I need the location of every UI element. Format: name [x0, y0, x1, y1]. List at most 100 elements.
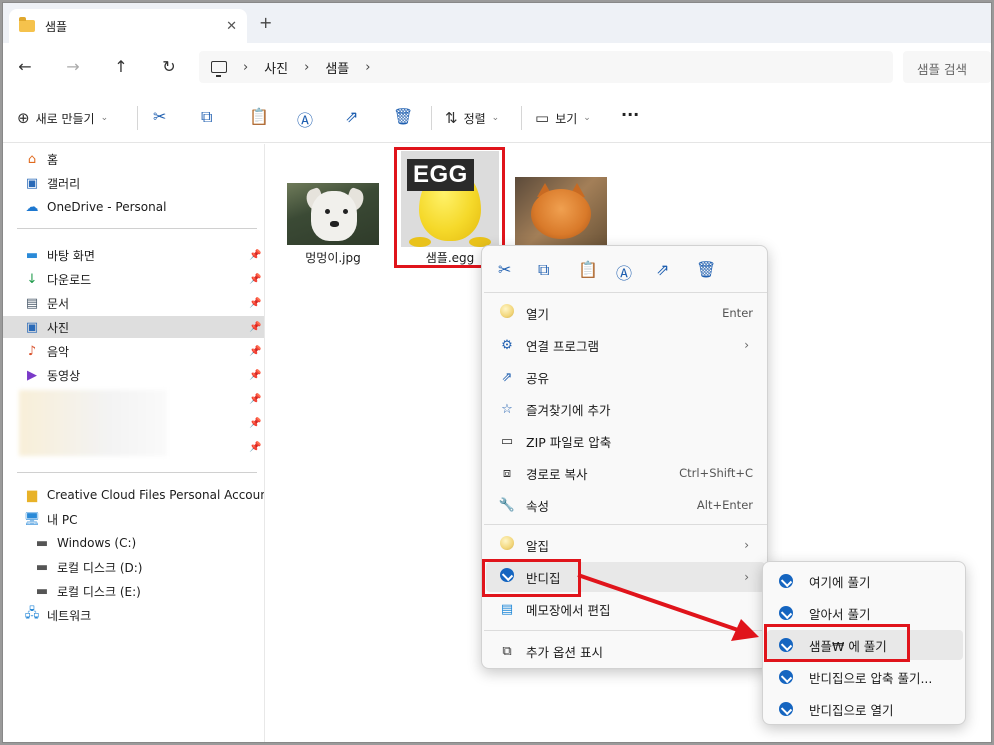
sidebar-item-desktop[interactable]: ▬ 바탕 화면 📌: [3, 244, 264, 266]
more-options-icon[interactable]: ···: [621, 105, 639, 124]
share-icon[interactable]: ⇗: [345, 107, 358, 126]
sort-label: 정렬: [463, 111, 486, 126]
back-button[interactable]: ←: [13, 57, 37, 79]
menu-item-copy-path[interactable]: ⧈ 경로로 복사 Ctrl+Shift+C: [486, 458, 765, 488]
menu-item-alzip[interactable]: 알집 ›: [486, 530, 765, 560]
bandizip-submenu: 여기에 풀기 알아서 풀기 샘플₩ 에 풀기 반디집으로 압축 풀기... 반디…: [762, 561, 966, 725]
up-button[interactable]: ↑: [109, 57, 133, 79]
share-icon[interactable]: ⇗: [656, 260, 669, 279]
address-bar[interactable]: › 사진 › 샘플 ›: [199, 51, 893, 83]
bandizip-icon: [779, 574, 797, 588]
context-menu-quick-actions: ✂ ⧉ 📋 Ⓐ ⇗ 🗑: [482, 246, 767, 292]
pin-icon: 📌: [249, 442, 262, 453]
chevron-right-icon: ›: [744, 538, 749, 552]
onedrive-icon: ☁: [25, 199, 39, 215]
refresh-button[interactable]: ↻: [157, 57, 181, 79]
drive-icon: ▬: [35, 559, 49, 575]
paste-icon[interactable]: 📋: [249, 107, 269, 126]
sidebar-item-drive-d[interactable]: ▬ 로컬 디스크 (D:): [3, 556, 264, 578]
new-tab-button[interactable]: +: [259, 13, 272, 32]
search-input[interactable]: 샘플 검색: [903, 51, 991, 83]
view-label: 보기: [555, 111, 578, 126]
sidebar-item-music[interactable]: ♪ 음악 📌: [3, 340, 264, 362]
pin-icon: 📌: [249, 297, 262, 309]
sidebar-item-onedrive[interactable]: ☁ OneDrive - Personal: [3, 196, 264, 218]
breadcrumb-pictures[interactable]: 사진: [264, 58, 288, 77]
menu-item-properties[interactable]: 🔧 속성 Alt+Enter: [486, 490, 765, 520]
zip-folder-icon: ▭: [500, 433, 514, 449]
tab-sample[interactable]: 샘플 ✕: [9, 9, 247, 43]
view-button[interactable]: ▭ 보기 ⌄: [535, 109, 591, 127]
chevron-right-icon: ›: [243, 59, 249, 75]
sidebar-item-this-pc[interactable]: 🖥 내 PC: [3, 508, 264, 530]
sidebar-item-label: 바탕 화면: [47, 248, 95, 263]
menu-item-extract-to-folder[interactable]: 샘플₩ 에 풀기: [767, 630, 963, 660]
file-thumbnail-dog[interactable]: [287, 183, 379, 245]
menu-item-add-favorites[interactable]: ☆ 즐겨찾기에 추가: [486, 394, 765, 424]
bandizip-icon: [779, 606, 797, 620]
sidebar-item-gallery[interactable]: ▣ 갤러리: [3, 172, 264, 194]
close-tab-button[interactable]: ✕: [226, 19, 237, 34]
sidebar-item-videos[interactable]: ▶ 동영상 📌: [3, 364, 264, 386]
tab-title: 샘플: [45, 19, 68, 34]
desktop-icon: ▬: [25, 247, 39, 263]
drive-icon: ▬: [35, 535, 49, 551]
menu-item-zip-compress[interactable]: ▭ ZIP 파일로 압축: [486, 426, 765, 456]
this-pc-icon: [211, 61, 227, 77]
paste-icon[interactable]: 📋: [578, 260, 598, 279]
menu-item-label: ZIP 파일로 압축: [526, 434, 612, 450]
menu-item-extract-here[interactable]: 여기에 풀기: [767, 566, 963, 596]
star-icon: ☆: [501, 401, 513, 417]
sidebar-item-label: 동영상: [47, 368, 81, 383]
rename-icon[interactable]: Ⓐ: [297, 107, 313, 131]
sidebar-item-home[interactable]: ⌂ 홈: [3, 148, 264, 170]
file-thumbnail-cat[interactable]: [515, 177, 607, 247]
pictures-icon: ▣: [25, 319, 39, 335]
menu-item-label: 연결 프로그램: [526, 338, 599, 354]
menu-item-label: 알집: [526, 538, 550, 554]
delete-icon[interactable]: 🗑: [696, 260, 716, 279]
new-button[interactable]: ⊕ 새로 만들기 ⌄: [17, 109, 108, 127]
sidebar-item-drive-e[interactable]: ▬ 로컬 디스크 (E:): [3, 580, 264, 602]
sidebar-item-label: Creative Cloud Files Personal Account li…: [46, 488, 264, 502]
folder-icon: [19, 17, 35, 32]
copy-icon[interactable]: ⧉: [201, 107, 212, 127]
menu-item-label: 알아서 풀기: [809, 606, 871, 622]
sidebar-item-network[interactable]: 🖧 네트워크: [3, 604, 264, 626]
breadcrumb-sample[interactable]: 샘플: [325, 58, 349, 77]
menu-item-open-with-bandizip[interactable]: 반디집으로 열기: [767, 694, 963, 724]
delete-icon[interactable]: 🗑: [393, 107, 413, 126]
sidebar-item-creative-cloud[interactable]: ▆ Creative Cloud Files Personal Account …: [3, 484, 264, 506]
sidebar-item-label: 갤러리: [47, 176, 81, 191]
cut-icon[interactable]: ✂: [498, 260, 511, 279]
menu-item-label: 반디집으로 압축 풀기...: [809, 670, 933, 686]
bandizip-icon: [779, 702, 797, 716]
sidebar-item-label: 로컬 디스크 (E:): [57, 584, 141, 599]
menu-item-extract-with-bandizip[interactable]: 반디집으로 압축 풀기...: [767, 662, 963, 692]
sort-button[interactable]: ⇅ 정렬 ⌄: [445, 109, 499, 127]
address-row: ← → ↑ ↻ › 사진 › 샘플 › 샘플 검색: [3, 43, 991, 93]
menu-item-label: 즐겨찾기에 추가: [526, 402, 611, 418]
menu-item-open-with[interactable]: ⚙ 연결 프로그램 ›: [486, 330, 765, 360]
add-circle-icon: ⊕: [17, 109, 30, 127]
sidebar-item-drive-c[interactable]: ▬ Windows (C:): [3, 532, 264, 554]
pin-icon: 📌: [249, 273, 262, 285]
forward-button[interactable]: →: [61, 57, 85, 79]
copy-icon[interactable]: ⧉: [538, 260, 549, 280]
menu-item-notepad[interactable]: ▤ 메모장에서 편집: [486, 594, 765, 624]
download-icon: ↓: [26, 271, 38, 287]
sidebar-item-pictures[interactable]: ▣ 사진 📌: [3, 316, 264, 338]
shortcut-label: Alt+Enter: [696, 498, 753, 512]
file-name[interactable]: 멍멍이.jpg: [287, 249, 379, 266]
menu-item-more-options[interactable]: ⧉ 추가 옵션 표시: [486, 636, 765, 666]
menu-item-smart-extract[interactable]: 알아서 풀기: [767, 598, 963, 628]
sidebar-item-documents[interactable]: ▤ 문서 📌: [3, 292, 264, 314]
menu-item-open[interactable]: 열기 Enter: [486, 298, 765, 328]
cut-icon[interactable]: ✂: [153, 107, 166, 126]
menu-item-bandizip[interactable]: 반디집 ›: [486, 562, 765, 592]
sidebar-item-downloads[interactable]: ↓ 다운로드 📌: [3, 268, 264, 290]
rename-icon[interactable]: Ⓐ: [616, 260, 632, 284]
divider: [484, 630, 767, 631]
menu-item-label: 반디집: [526, 570, 561, 586]
menu-item-share[interactable]: ⇗ 공유: [486, 362, 765, 392]
